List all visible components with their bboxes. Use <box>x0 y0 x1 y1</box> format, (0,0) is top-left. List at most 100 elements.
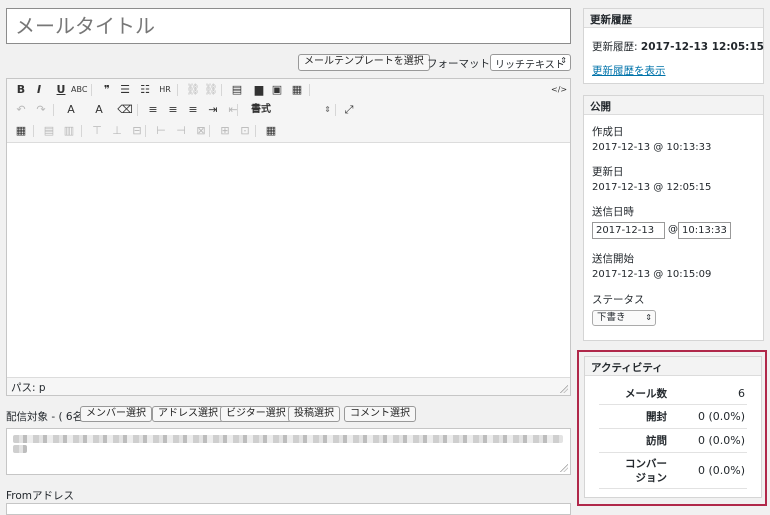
mail-title-input[interactable]: メールタイトル <box>6 8 571 44</box>
toolbar-separator <box>255 125 256 137</box>
from-address-input[interactable] <box>6 503 571 515</box>
history-line-label: 更新履歴: <box>592 41 641 53</box>
activity-panel-title: アクティビティ <box>585 357 761 376</box>
resize-handle-icon[interactable] <box>560 385 568 393</box>
template-icon[interactable]: ▤ <box>229 81 245 99</box>
activity-value: 0 (0.0%) <box>697 410 745 423</box>
toolbar-separator <box>53 104 54 116</box>
created-value: 2017-12-13 @ 10:13:33 <box>592 142 712 153</box>
select-caret-icon: ⇕ <box>645 313 652 322</box>
delete-col-icon[interactable]: ⊠ <box>193 122 209 140</box>
recipients-textarea[interactable] <box>6 428 571 475</box>
image-icon[interactable]: ▣ <box>269 81 285 99</box>
fullscreen-icon[interactable]: ⤢ <box>341 101 357 119</box>
created-label: 作成日 <box>592 126 624 138</box>
status-select[interactable]: 下書き ⇕ <box>592 310 656 326</box>
clear-format-icon[interactable]: ⌫ <box>117 101 133 119</box>
view-history-link[interactable]: 更新履歴を表示 <box>592 63 666 78</box>
toolbar-separator <box>145 125 146 137</box>
table-icon[interactable]: ▦ <box>13 122 29 140</box>
unlink-icon[interactable]: ⛓ <box>203 81 219 99</box>
align-left-icon[interactable]: ≡ <box>145 101 161 119</box>
numbered-list-icon[interactable]: ☷ <box>137 81 153 99</box>
document-icon[interactable]: ▆ <box>251 81 267 99</box>
link-icon[interactable]: ⛓ <box>185 81 201 99</box>
select-posts-button[interactable]: 投稿選択 <box>288 406 340 422</box>
toolbar-separator <box>33 125 34 137</box>
publish-panel: 公開 作成日 2017-12-13 @ 10:13:33 更新日 2017-12… <box>583 95 764 341</box>
redo-icon[interactable]: ↷ <box>33 101 49 119</box>
undo-icon[interactable]: ↶ <box>13 101 29 119</box>
history-panel: 更新履歴 更新履歴: 2017-12-13 12:05:15 更新履歴を表示 <box>583 8 764 84</box>
select-caret-icon: ⇕ <box>560 56 567 65</box>
merge-cell-icon[interactable]: ⊡ <box>237 122 253 140</box>
resize-handle-icon[interactable] <box>560 464 568 472</box>
toolbar-separator <box>137 104 138 116</box>
underline-icon[interactable]: U <box>53 81 69 99</box>
align-right-icon[interactable]: ≡ <box>185 101 201 119</box>
select-visitors-button[interactable]: ビジター選択 <box>220 406 292 422</box>
toolbar-separator <box>237 104 238 116</box>
blockquote-icon[interactable]: ❞ <box>99 81 115 99</box>
select-comments-button[interactable]: コメント選択 <box>344 406 416 422</box>
block-format-select[interactable]: 書式 ⇕ <box>251 102 331 117</box>
activity-label: 訪問 <box>646 435 667 447</box>
code-block-icon[interactable]: ▦ <box>289 81 305 99</box>
publish-panel-title: 公開 <box>584 96 763 115</box>
split-cell-icon[interactable]: ⊞ <box>217 122 233 140</box>
bold-icon[interactable]: B <box>13 81 29 99</box>
send-date-input[interactable]: 2017-12-13 <box>592 222 665 239</box>
insert-row-after-icon[interactable]: ⊥ <box>109 122 125 140</box>
grid-icon[interactable]: ▦ <box>263 122 279 140</box>
table-row-icon[interactable]: ▤ <box>41 122 57 140</box>
activity-value: 6 <box>738 387 745 400</box>
strikethrough-icon[interactable]: ABC <box>71 81 87 99</box>
toolbar-separator <box>177 84 178 96</box>
background-color-icon[interactable]: A <box>91 101 107 119</box>
activity-label: コンバー ジョン <box>625 458 667 484</box>
block-format-value: 書式 <box>251 104 271 115</box>
activity-row-conversion: コンバー ジョン 0 (0.0%) <box>599 453 747 489</box>
from-address-label: Fromアドレス <box>6 490 75 502</box>
history-last-updated: 更新履歴: 2017-12-13 12:05:15 <box>592 39 764 54</box>
activity-row-mail-count: メール数 6 <box>599 383 747 405</box>
select-template-button[interactable]: メールテンプレートを選択 <box>298 54 430 71</box>
status-label: ステータス <box>592 294 645 306</box>
table-col-icon[interactable]: ▥ <box>61 122 77 140</box>
select-addresses-button[interactable]: アドレス選択 <box>152 406 224 422</box>
activity-panel: アクティビティ メール数 6 開封 0 (0.0%) 訪問 0 (0.0%) コ… <box>584 356 762 498</box>
updated-label: 更新日 <box>592 166 624 178</box>
send-datetime-label: 送信日時 <box>592 206 634 218</box>
editor-content-area[interactable] <box>7 144 570 377</box>
at-symbol: @ <box>668 224 678 235</box>
format-select-value: リッチテキスト <box>495 60 565 71</box>
editor-toolbar: B I U ABC ❞ ☰ ☷ HR ⛓ ⛓ ▤ ▆ ▣ ▦ </> 書式 ⇕ ↶ ↷ A A ⌫ ≡ ≡ ≡ ⇥ ⇤ ⤢ ▦ ▤… <box>7 79 570 143</box>
insert-row-before-icon[interactable]: ⊤ <box>89 122 105 140</box>
activity-value: 0 (0.0%) <box>697 464 745 477</box>
bullet-list-icon[interactable]: ☰ <box>117 81 133 99</box>
activity-label: 開封 <box>646 411 667 423</box>
source-code-icon[interactable]: </> <box>551 81 567 99</box>
italic-icon[interactable]: I <box>31 81 47 99</box>
select-members-button[interactable]: メンバー選択 <box>80 406 152 422</box>
history-panel-title: 更新履歴 <box>584 9 763 28</box>
text-color-icon[interactable]: A <box>63 101 79 119</box>
indent-icon[interactable]: ⇥ <box>205 101 221 119</box>
align-center-icon[interactable]: ≡ <box>165 101 181 119</box>
delete-row-icon[interactable]: ⊟ <box>129 122 145 140</box>
send-time-input[interactable]: 10:13:33 <box>678 222 731 239</box>
send-start-value: 2017-12-13 @ 10:15:09 <box>592 269 712 280</box>
insert-col-before-icon[interactable]: ⊢ <box>153 122 169 140</box>
activity-row-visited: 訪問 0 (0.0%) <box>599 429 747 453</box>
insert-col-after-icon[interactable]: ⊣ <box>173 122 189 140</box>
rich-text-editor[interactable]: B I U ABC ❞ ☰ ☷ HR ⛓ ⛓ ▤ ▆ ▣ ▦ </> 書式 ⇕ ↶ ↷ A A ⌫ ≡ ≡ ≡ ⇥ ⇤ ⤢ ▦ ▤… <box>6 78 571 396</box>
blurred-recipient-list <box>13 445 27 453</box>
activity-label: メール数 <box>625 388 667 400</box>
horizontal-rule-icon[interactable]: HR <box>157 81 173 99</box>
activity-value: 0 (0.0%) <box>697 434 745 447</box>
history-line-value: 2017-12-13 12:05:15 <box>640 41 764 53</box>
toolbar-separator <box>309 84 310 96</box>
outdent-icon[interactable]: ⇤ <box>225 101 241 119</box>
format-label: フォーマット: <box>427 58 494 70</box>
format-select[interactable]: リッチテキスト ⇕ <box>490 54 571 71</box>
